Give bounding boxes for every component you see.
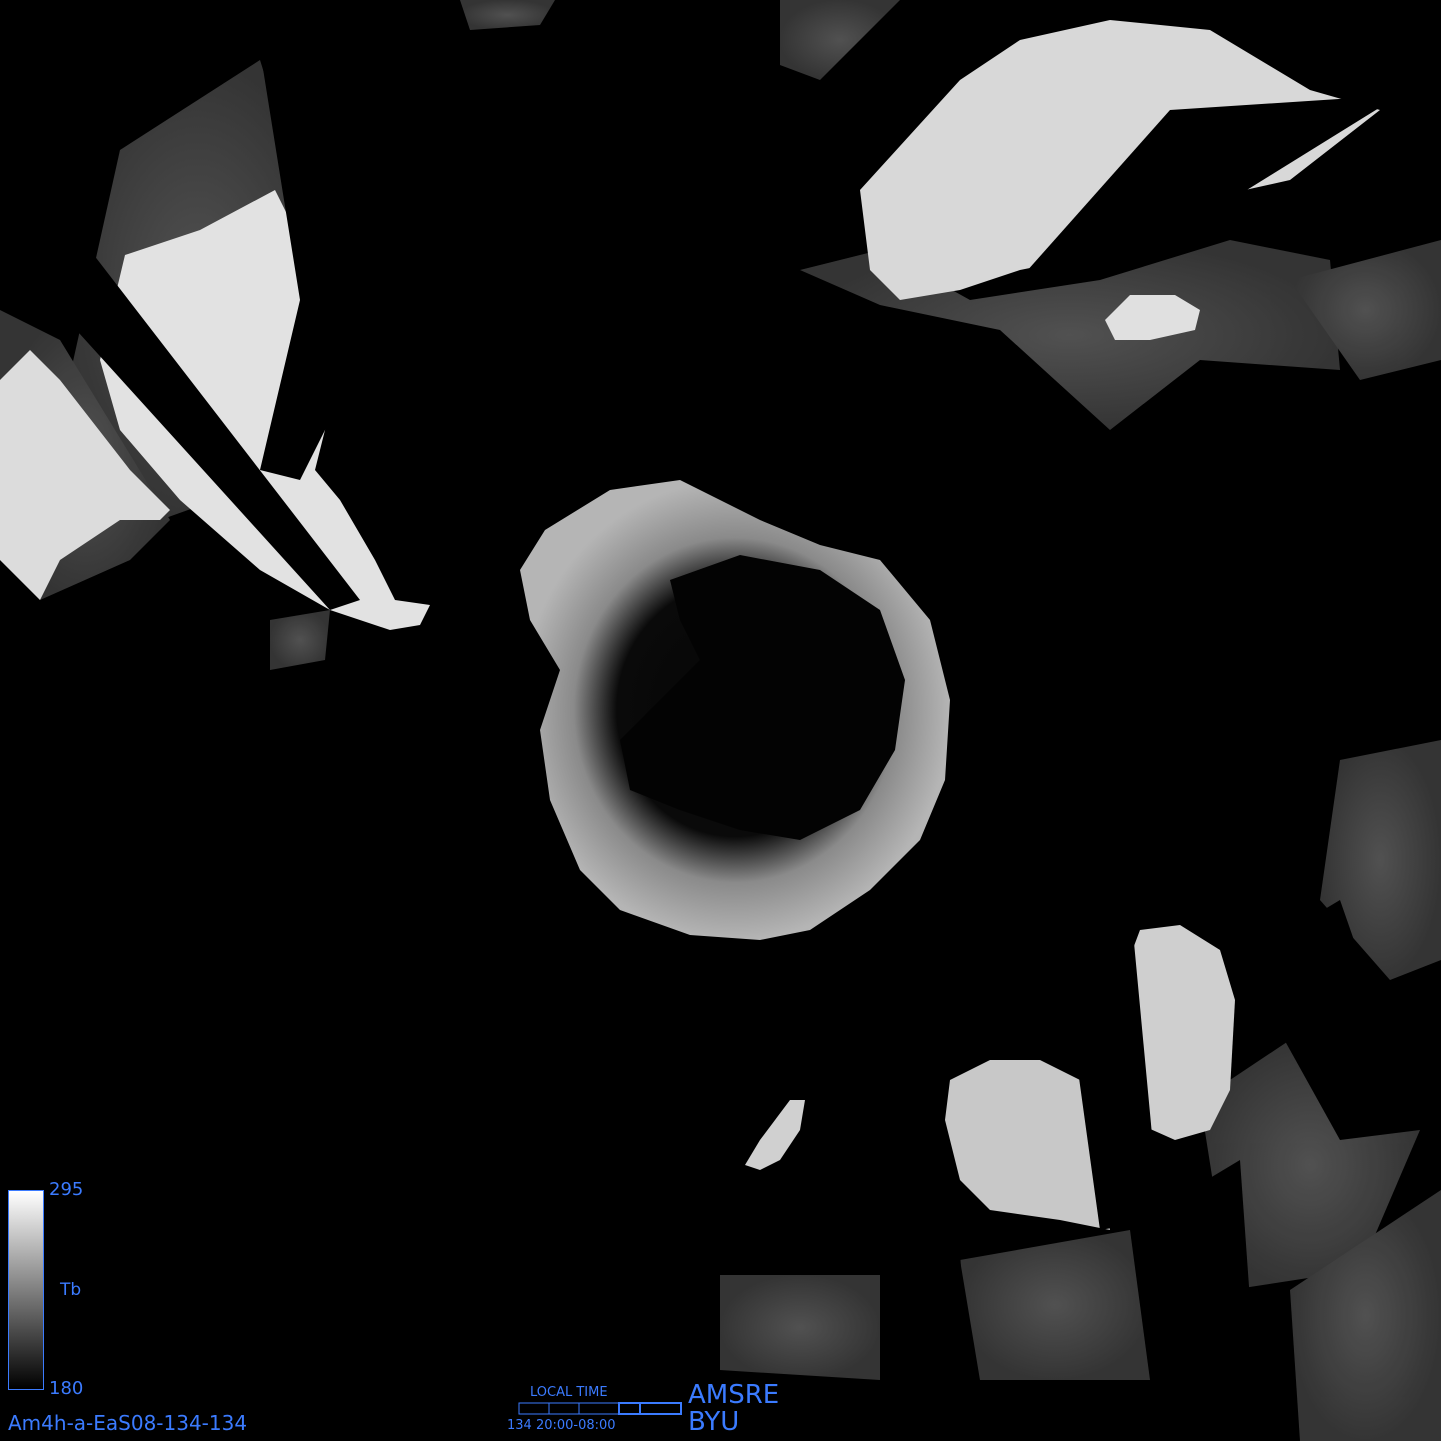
colorbar-max-label: 295 <box>49 1179 84 1200</box>
time-legend-title: LOCAL TIME <box>530 1385 608 1400</box>
tb-polar-map <box>0 0 1441 1441</box>
tb-colorbar <box>8 1190 44 1390</box>
colorbar-variable-label: Tb <box>60 1280 82 1300</box>
sensor-label: AMSRE <box>688 1380 780 1410</box>
time-legend-range: 134 20:00-08:00 <box>507 1418 616 1433</box>
new-zealand <box>745 1100 805 1170</box>
time-legend-graphic <box>518 1402 682 1415</box>
colorbar-min-label: 180 <box>49 1378 84 1399</box>
institution-label: BYU <box>688 1407 740 1437</box>
product-id-label: Am4h-a-EaS08-134-134 <box>8 1411 248 1435</box>
